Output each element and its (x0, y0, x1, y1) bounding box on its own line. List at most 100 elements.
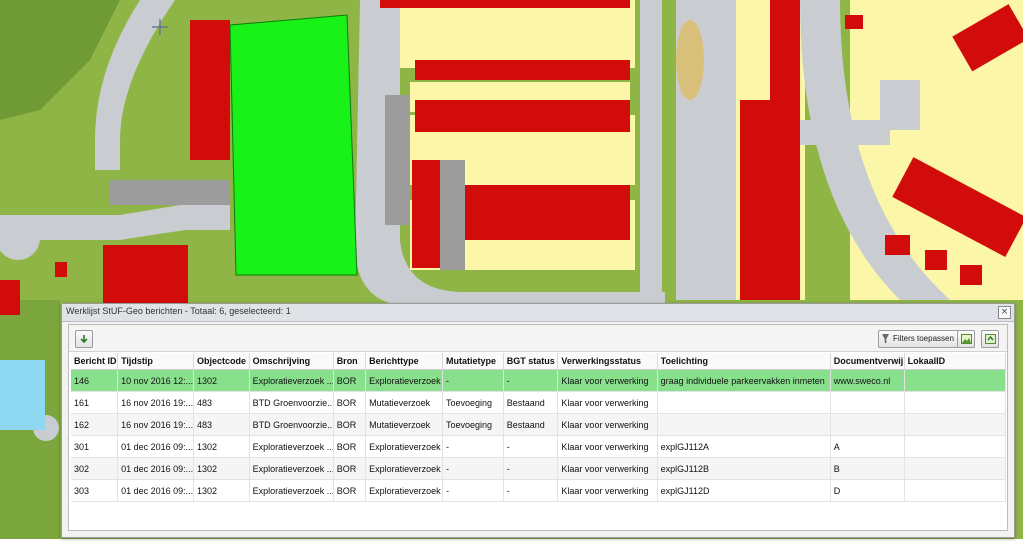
table-row[interactable]: 303 01 dec 2016 09:... 1302 Exploratieverzo… (71, 479, 1007, 502)
panel-title: Werklijst StUF-Geo berichten - Totaal: 6… (66, 306, 291, 316)
table-row[interactable]: 161 16 nov 2016 19:... 483 BTD Groenvoorzie… (71, 391, 1007, 414)
table-cell: - (442, 479, 504, 502)
table-cell: BOR (333, 457, 367, 480)
table-cell: 302 (71, 457, 119, 480)
table-cell: 01 dec 2016 09:... (117, 457, 194, 480)
table-cell: 483 (193, 391, 250, 414)
table-cell (657, 413, 831, 436)
column-header-verwerkingsstatus[interactable]: Verwerkingsstatus (557, 353, 658, 370)
table-cell: Mutatieverzoek (365, 391, 444, 414)
table-cell: Exploratieverzoek ... (249, 457, 334, 480)
column-header-mutatietype[interactable]: Mutatietype (442, 353, 504, 370)
column-header-bericht-id[interactable]: Bericht ID (71, 353, 119, 370)
table-cell: - (503, 369, 559, 392)
table-cell: BOR (333, 391, 367, 414)
table-header-row: Bericht ID Tijdstip Objectcode Omschrijv… (71, 353, 1007, 370)
table-cell: 162 (71, 413, 119, 436)
messages-table: Bericht ID Tijdstip Objectcode Omschrijv… (71, 353, 1007, 502)
table-cell: 16 nov 2016 19:... (117, 413, 194, 436)
funnel-icon (882, 334, 889, 343)
refresh-button[interactable] (981, 330, 999, 348)
table-cell: Klaar voor verwerking (557, 369, 658, 392)
table-row[interactable]: 146 10 nov 2016 12:... 1302 Exploratieverzo… (71, 369, 1007, 392)
table-cell: BOR (333, 413, 367, 436)
column-header-documentverwijzing[interactable]: Documentverwij (830, 353, 905, 370)
table-cell: Toevoeging (442, 391, 504, 414)
export-image-button[interactable] (957, 330, 975, 348)
table-cell: Bestaand (503, 413, 559, 436)
table-cell: explGJ112B (657, 457, 831, 480)
apply-filters-button[interactable]: Filters toepassen (878, 330, 960, 348)
table-row[interactable]: 302 01 dec 2016 09:... 1302 Exploratieverzo… (71, 457, 1007, 480)
table-row[interactable]: 301 01 dec 2016 09:... 1302 Exploratieverzo… (71, 435, 1007, 458)
table-cell: - (442, 435, 504, 458)
table-cell: Klaar voor verwerking (557, 413, 658, 436)
column-header-bgt-status[interactable]: BGT status (503, 353, 559, 370)
table-cell: BTD Groenvoorzie... (249, 391, 334, 414)
selected-parcel[interactable] (229, 14, 358, 276)
table-cell: - (503, 435, 559, 458)
column-header-omschrijving[interactable]: Omschrijving (249, 353, 334, 370)
table-cell: Exploratieverzoek ... (249, 479, 334, 502)
table-cell (904, 457, 1007, 480)
table-cell: 1302 (193, 435, 250, 458)
table-cell: Klaar voor verwerking (557, 391, 658, 414)
table-cell: Klaar voor verwerking (557, 457, 658, 480)
column-header-tijdstip[interactable]: Tijdstip (117, 353, 194, 370)
table-cell: 301 (71, 435, 119, 458)
yard-zone (375, 0, 635, 68)
table-cell: explGJ112D (657, 479, 831, 502)
building (190, 20, 230, 160)
column-header-berichttype[interactable]: Berichttype (365, 353, 444, 370)
table-cell: Bestaand (503, 391, 559, 414)
refresh-icon (984, 334, 996, 344)
table-cell: Exploratieverzoek (365, 457, 444, 480)
table-cell: 303 (71, 479, 119, 502)
table-cell: - (442, 457, 504, 480)
table-cell: 01 dec 2016 09:... (117, 479, 194, 502)
table-cell: - (503, 479, 559, 502)
table-cell: A (830, 435, 905, 458)
table-cell: 16 nov 2016 19:... (117, 391, 194, 414)
panel-titlebar[interactable]: Werklijst StUF-Geo berichten - Totaal: 6… (62, 304, 1014, 322)
table-cell (830, 391, 905, 414)
apply-filters-label: Filters toepassen (893, 334, 954, 343)
table-row[interactable]: 162 16 nov 2016 19:... 483 BTD Groenvoorzie… (71, 413, 1007, 436)
table-cell (904, 369, 1007, 392)
table-cell: 146 (71, 369, 119, 392)
table-cell (904, 391, 1007, 414)
table-cell: www.sweco.nl (830, 369, 905, 392)
table-cell: Exploratieverzoek (365, 369, 444, 392)
table-cell: 10 nov 2016 12:... (117, 369, 194, 392)
table-cell: 161 (71, 391, 119, 414)
table-cell (904, 479, 1007, 502)
table-cell: BTD Groenvoorzie... (249, 413, 334, 436)
table-cell: BOR (333, 369, 367, 392)
table-cell: - (503, 457, 559, 480)
table-cell: Exploratieverzoek ... (249, 369, 334, 392)
column-header-bron[interactable]: Bron (333, 353, 367, 370)
table-cell: 1302 (193, 479, 250, 502)
down-arrow-icon (80, 335, 88, 344)
column-header-toelichting[interactable]: Toelichting (657, 353, 831, 370)
table-cell: explGJ112A (657, 435, 831, 458)
column-header-objectcode[interactable]: Objectcode (193, 353, 250, 370)
table-cell: 483 (193, 413, 250, 436)
table-cell: Exploratieverzoek ... (249, 435, 334, 458)
water-area (0, 360, 45, 430)
column-header-lokaalid[interactable]: LokaalID (904, 353, 1007, 370)
close-button[interactable]: × (998, 306, 1011, 319)
image-export-icon (960, 334, 972, 344)
table-cell (830, 413, 905, 436)
worklist-panel: Werklijst StUF-Geo berichten - Totaal: 6… (61, 303, 1015, 538)
table-cell (904, 435, 1007, 458)
table-cell: - (442, 369, 504, 392)
table-cell: Exploratieverzoek (365, 479, 444, 502)
table-cell: Klaar voor verwerking (557, 435, 658, 458)
table-cell: 1302 (193, 457, 250, 480)
table-cell: Klaar voor verwerking (557, 479, 658, 502)
download-button[interactable] (75, 330, 93, 348)
toolbar: Filters toepassen (69, 325, 1007, 352)
table-cell: Exploratieverzoek (365, 435, 444, 458)
table-cell (904, 413, 1007, 436)
